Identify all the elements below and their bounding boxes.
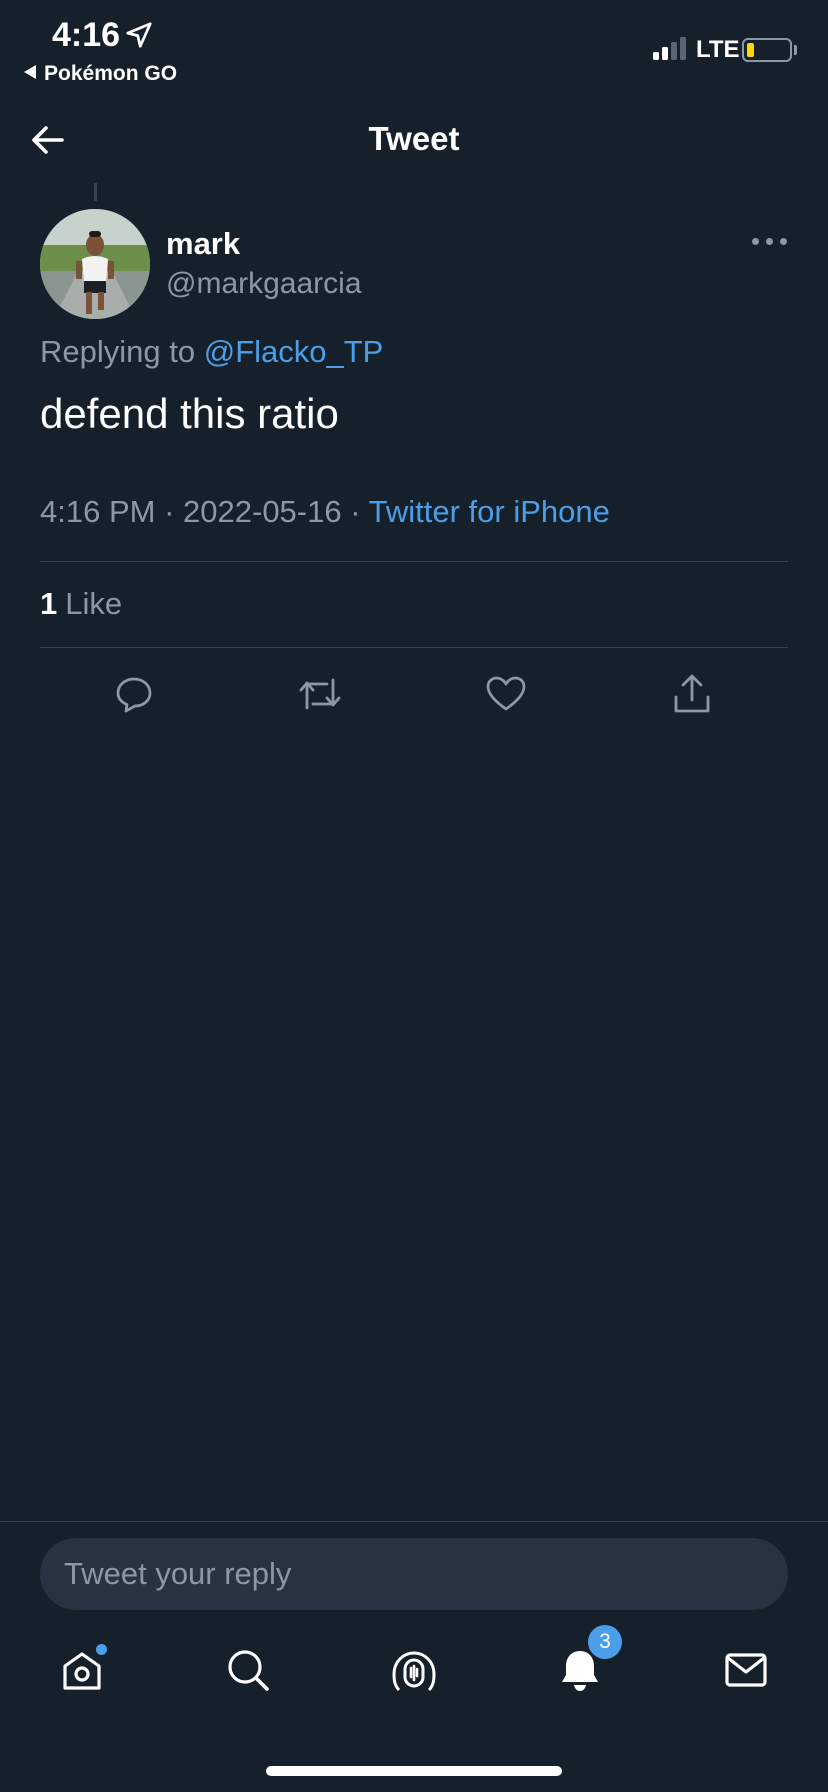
page-title: Tweet (368, 120, 460, 157)
divider (0, 1521, 828, 1522)
home-indicator (266, 1766, 562, 1776)
author-name[interactable]: mark (166, 226, 240, 262)
tweet-text: defend this ratio (40, 390, 339, 437)
tweet-date: 2022-05-16 (183, 494, 342, 529)
more-dot (752, 238, 759, 245)
bottom-tab-bar: 3 (0, 1625, 828, 1704)
battery-level (747, 43, 754, 57)
tweet-meta: 4:16 PM · 2022-05-16 · Twitter for iPhon… (40, 494, 610, 530)
battery-icon (742, 38, 792, 62)
retweet-icon (299, 678, 341, 710)
search-icon (228, 1650, 269, 1691)
tab-search[interactable] (222, 1644, 274, 1696)
replying-prefix: Replying to (40, 334, 196, 369)
back-triangle-icon (24, 65, 36, 79)
status-time: 4:16 (52, 16, 121, 54)
status-bar: 4:16 Pokémon GO LTE (0, 0, 828, 96)
more-dot (780, 238, 787, 245)
network-type: LTE (696, 36, 740, 63)
messages-icon (725, 1653, 767, 1687)
tweet-source-link[interactable]: Twitter for iPhone (369, 494, 610, 529)
replying-mention-link[interactable]: @Flacko_TP (204, 334, 384, 369)
back-to-app-link[interactable]: Pokémon GO (24, 62, 177, 86)
spaces-icon (392, 1651, 436, 1692)
battery-cap (794, 45, 797, 55)
tweet-actions (0, 670, 828, 718)
meta-separator: · (164, 494, 175, 529)
divider (40, 561, 788, 562)
author-handle[interactable]: @markgaarcia (166, 267, 362, 301)
more-dot (766, 238, 773, 245)
signal-bars-icon (653, 37, 686, 60)
divider (40, 647, 788, 648)
share-icon (674, 674, 710, 713)
reply-button[interactable] (110, 670, 158, 718)
tweet-time: 4:16 PM (40, 494, 156, 529)
tab-spaces[interactable] (388, 1644, 440, 1696)
notifications-badge: 3 (588, 1625, 622, 1659)
reply-input[interactable] (40, 1538, 788, 1610)
thread-connector (94, 183, 97, 201)
location-arrow-icon (126, 22, 152, 48)
avatar[interactable] (40, 209, 150, 319)
share-button[interactable] (668, 670, 716, 718)
back-app-label: Pokémon GO (44, 62, 178, 85)
home-new-indicator (96, 1644, 107, 1655)
like-icon (486, 676, 526, 711)
tab-home[interactable] (56, 1644, 108, 1696)
like-count: 1 (40, 586, 58, 621)
tab-messages[interactable] (720, 1644, 772, 1696)
like-button[interactable] (482, 670, 530, 718)
likes-summary[interactable]: 1 Like (40, 586, 122, 622)
replying-to: Replying to @Flacko_TP (40, 334, 383, 370)
tweet-detail-screen: 4:16 Pokémon GO LTE Tweet mark @markgaar… (0, 0, 828, 1792)
more-options-icon[interactable] (752, 236, 788, 248)
reply-icon (116, 677, 152, 713)
retweet-button[interactable] (296, 670, 344, 718)
meta-separator: · (350, 494, 361, 529)
like-label: Like (65, 586, 123, 621)
